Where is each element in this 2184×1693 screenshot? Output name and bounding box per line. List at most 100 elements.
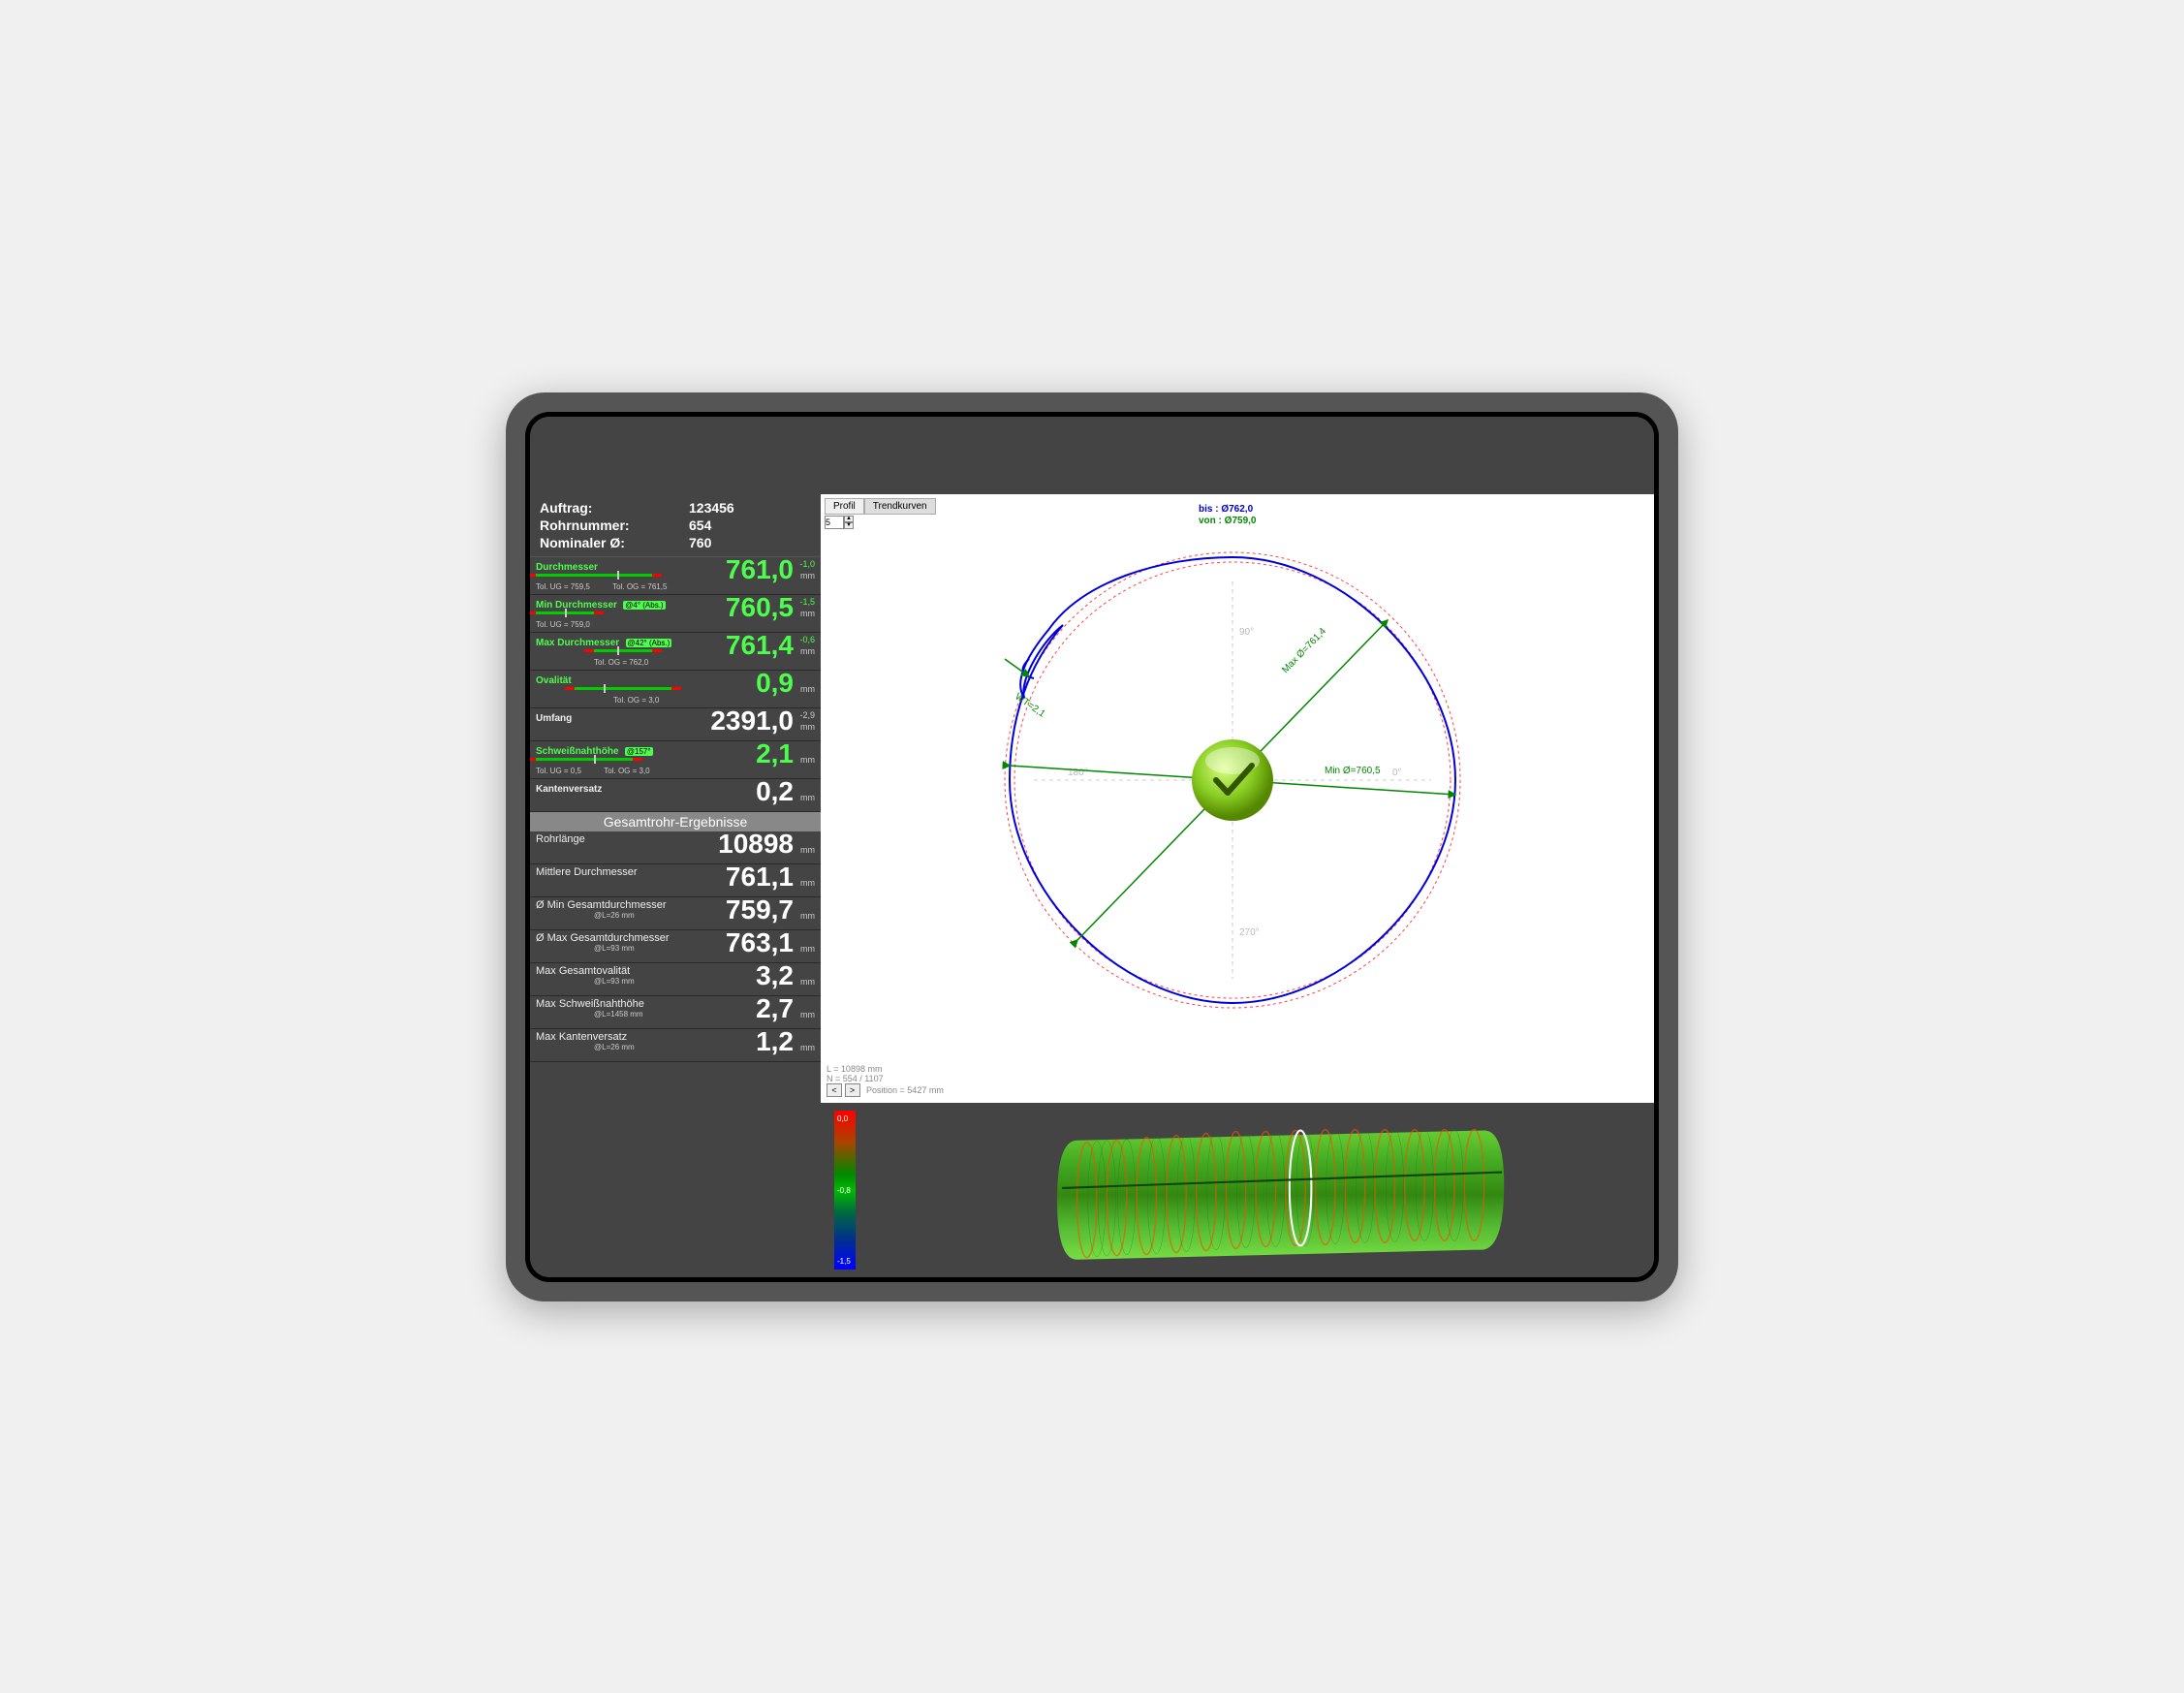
metric-dev: -1,5: [799, 597, 815, 607]
prev-button[interactable]: <: [827, 1083, 842, 1097]
spinner-input[interactable]: [825, 516, 844, 529]
spinner-control: ▲ ▼: [825, 516, 854, 529]
legend-bot: -1,5: [837, 1257, 851, 1266]
metric-label: Ovalität: [536, 675, 572, 686]
result-unit: mm: [800, 1010, 815, 1019]
deg90-label: 90°: [1239, 627, 1254, 638]
metric-dev: -2,9: [799, 710, 815, 720]
tol-ug: Tol. UG = 0,5: [536, 767, 581, 775]
tab-trendkurven[interactable]: Trendkurven: [864, 498, 936, 515]
metric-dev: -0,6: [799, 635, 815, 644]
metric-value: 761,4: [726, 631, 794, 660]
auftrag-value: 123456: [689, 499, 811, 517]
deg270-label: 270°: [1239, 927, 1260, 938]
status-l: L = 10898 mm: [827, 1064, 944, 1074]
result-value: 3,2: [756, 961, 794, 990]
spinner-down-icon[interactable]: ▼: [844, 522, 854, 529]
result-max-kanten: Max Kantenversatz @L=26 mm 1,2 mm: [530, 1029, 821, 1062]
result-unit: mm: [800, 845, 815, 855]
result-unit: mm: [800, 944, 815, 954]
tol-og: Tol. OG = 762,0: [594, 658, 648, 667]
metric-angle: @42° (Abs.): [626, 639, 672, 647]
metric-label: Umfang: [536, 713, 572, 724]
rohrnummer-value: 654: [689, 517, 811, 534]
tab-bar: Profil Trendkurven: [825, 498, 936, 515]
app-screen: Auftrag:123456 Rohrnummer:654 Nominaler …: [530, 417, 1654, 1277]
metric-unit: mm: [800, 793, 815, 802]
sidebar-spacer: [530, 417, 821, 494]
tol-og: Tol. OG = 761,5: [612, 582, 667, 591]
metric-value: 760,5: [726, 593, 794, 622]
result-max-schweiss: Max Schweißnahthöhe @L=1458 mm 2,7 mm: [530, 996, 821, 1029]
legend-top: 0,0: [837, 1114, 848, 1123]
nominal-label: Nominaler Ø:: [540, 534, 689, 551]
max-diameter-label: Max Ø=761,4: [1280, 625, 1328, 674]
metric-value: 2391,0: [710, 706, 794, 736]
color-legend: 0,0 -0,8 -1,5: [834, 1111, 856, 1270]
metric-unit: mm: [800, 684, 815, 694]
metric-label: Durchmesser: [536, 562, 598, 573]
job-header: Auftrag:123456 Rohrnummer:654 Nominaler …: [530, 494, 821, 557]
metric-schweissnaht: Schweißnahthöhe @157° Tol. UG = 0,5 Tol.…: [530, 741, 821, 779]
tolerance-bar: [536, 574, 652, 577]
metric-kantenversatz: Kantenversatz 0,2 mm: [530, 779, 821, 812]
metric-label: Schweißnahthöhe: [536, 746, 619, 757]
result-min-gesamt: Ø Min Gesamtdurchmesser @L=26 mm 759,7 m…: [530, 897, 821, 930]
bis-label: bis : Ø762,0: [1199, 504, 1253, 515]
metric-unit: mm: [800, 755, 815, 765]
auftrag-label: Auftrag:: [540, 499, 689, 517]
next-button[interactable]: >: [845, 1083, 860, 1097]
tolerance-bar: [536, 758, 633, 761]
result-unit: mm: [800, 977, 815, 987]
metric-umfang: Umfang 2391,0 -2,9 mm: [530, 708, 821, 741]
result-unit: mm: [800, 878, 815, 888]
tolerance-bar: [536, 611, 594, 614]
metric-angle: @157°: [625, 747, 653, 756]
metric-dev: -1,0: [799, 559, 815, 569]
metric-max-durchmesser: Max Durchmesser @42° (Abs.) Tol. OG = 76…: [530, 633, 821, 671]
result-value: 1,2: [756, 1027, 794, 1056]
metric-ovalitaet: Ovalität Tol. OG = 3,0 0,9 mm: [530, 671, 821, 708]
metric-durchmesser: Durchmesser Tol. UG = 759,5 Tol. OG = 76…: [530, 557, 821, 595]
result-unit: mm: [800, 911, 815, 921]
tol-og: Tol. OG = 3,0: [613, 696, 659, 705]
status-n: N = 554 / 1107: [827, 1074, 944, 1083]
metric-min-durchmesser: Min Durchmesser @4° (Abs.) Tol. UG = 759…: [530, 595, 821, 633]
deg0-label: 0°: [1392, 768, 1402, 778]
result-max-ovalitaet: Max Gesamtovalität @L=93 mm 3,2 mm: [530, 963, 821, 996]
tol-og: Tol. OG = 3,0: [604, 767, 649, 775]
profile-circle: 90° 180° 270° 0° Max Ø=761,4: [976, 523, 1489, 1037]
tablet-frame: Auftrag:123456 Rohrnummer:654 Nominaler …: [506, 392, 1678, 1301]
tol-ug: Tol. UG = 759,5: [536, 582, 590, 591]
tab-profil[interactable]: Profil: [825, 498, 864, 515]
result-value: 10898: [718, 830, 794, 859]
metric-value: 761,0: [726, 555, 794, 584]
result-rohrlaenge: Rohrlänge 10898 mm: [530, 831, 821, 864]
result-value: 759,7: [726, 895, 794, 925]
main-area: Profil Trendkurven ▲ ▼ bis : Ø762,0 von …: [821, 417, 1654, 1277]
metric-label: Max Durchmesser: [536, 638, 619, 648]
sidebar: Auftrag:123456 Rohrnummer:654 Nominaler …: [530, 417, 821, 1277]
metric-angle: @4° (Abs.): [623, 601, 665, 610]
status-pos: Position = 5427 mm: [866, 1085, 944, 1095]
metric-unit: mm: [800, 609, 815, 618]
legend-mid: -0,8: [837, 1186, 851, 1195]
result-max-gesamt: Ø Max Gesamtdurchmesser @L=93 mm 763,1 m…: [530, 930, 821, 963]
metric-label: Min Durchmesser: [536, 600, 617, 611]
profile-panel: Profil Trendkurven ▲ ▼ bis : Ø762,0 von …: [821, 494, 1654, 1103]
spinner-up-icon[interactable]: ▲: [844, 516, 854, 522]
result-unit: mm: [800, 1043, 815, 1052]
nominal-value: 760: [689, 534, 811, 551]
metric-value: 0,2: [756, 777, 794, 806]
result-value: 761,1: [726, 862, 794, 892]
pipe-3d-view[interactable]: [865, 1111, 1646, 1270]
metric-unit: mm: [800, 722, 815, 732]
metric-value: 0,9: [756, 669, 794, 698]
metric-value: 2,1: [756, 739, 794, 768]
min-diameter-label: Min Ø=760,5: [1325, 766, 1381, 776]
tablet-inner: Auftrag:123456 Rohrnummer:654 Nominaler …: [525, 412, 1659, 1282]
tolerance-bar: [594, 649, 652, 652]
tol-ug: Tol. UG = 759,0: [536, 620, 590, 629]
pipe-panel: 0,0 -0,8 -1,5: [821, 1103, 1654, 1277]
result-mittlere-durchmesser: Mittlere Durchmesser 761,1 mm: [530, 864, 821, 897]
